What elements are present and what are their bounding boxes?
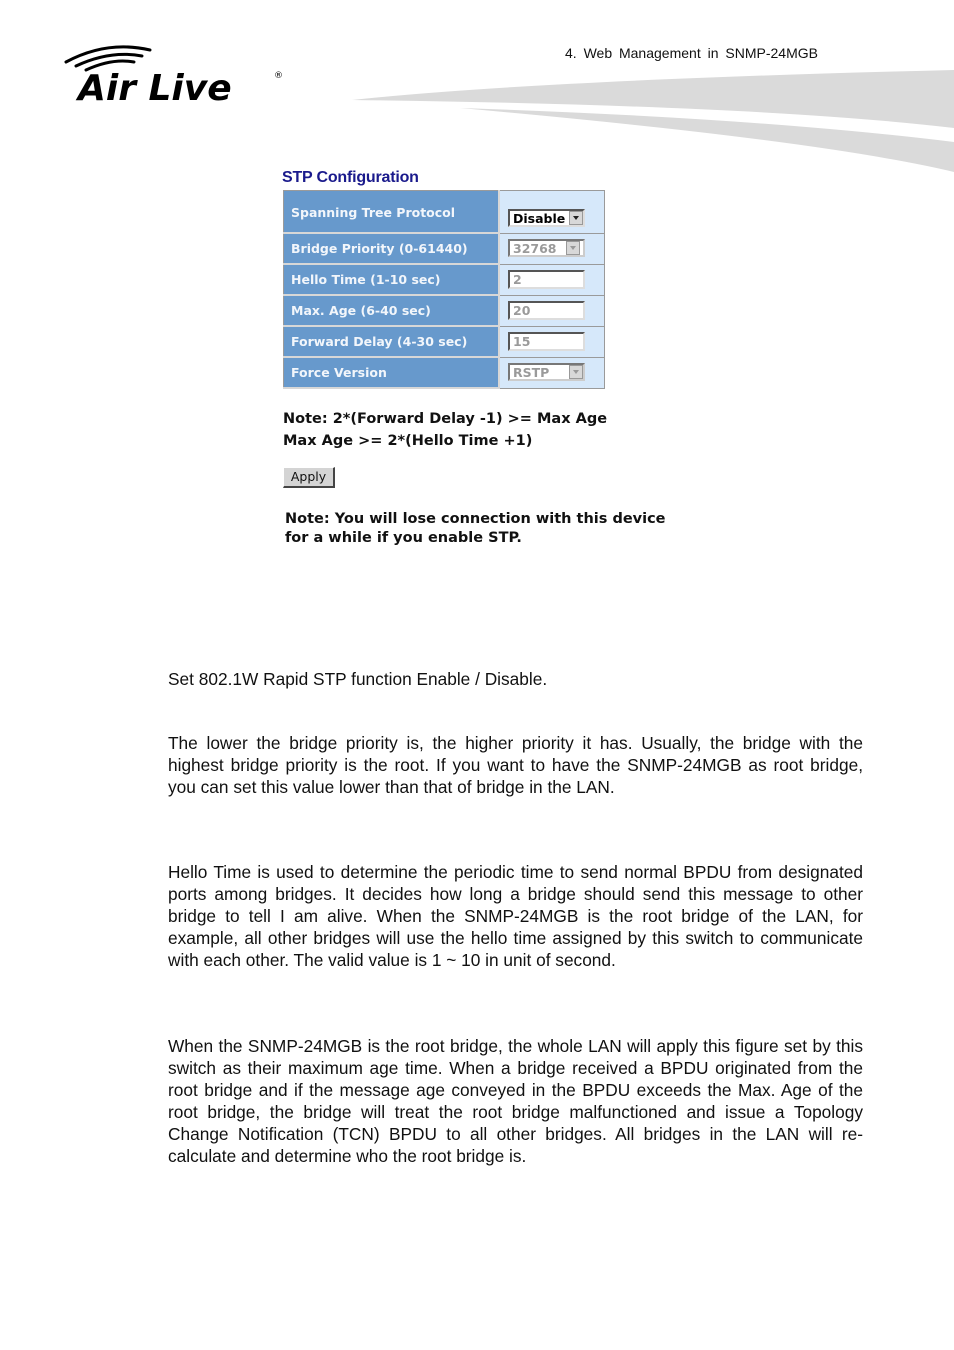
force-version-select[interactable]: RSTP (508, 363, 585, 382)
spanning-tree-protocol-label: Spanning Tree Protocol (283, 190, 500, 234)
select-value: Disable (513, 210, 566, 226)
stp-config-table: Spanning Tree Protocol Disable Bridge Pr… (283, 190, 605, 389)
hello-time-input[interactable]: 2 (508, 270, 585, 289)
chevron-down-icon (569, 365, 583, 380)
forward-delay-label: Forward Delay (4-30 sec) (283, 325, 500, 358)
constraint-note-line-1: Note: 2*(Forward Delay -1) >= Max Age (283, 411, 608, 427)
paragraph-hello-time: Hello Time is used to determine the peri… (168, 862, 863, 970)
hello-time-label: Hello Time (1-10 sec) (283, 263, 500, 296)
spanning-tree-protocol-select[interactable]: Disable (508, 209, 585, 227)
paragraph-bridge-priority: The lower the bridge priority is, the hi… (168, 733, 863, 797)
header-swoosh-decoration (352, 70, 954, 172)
chevron-down-icon (565, 241, 580, 256)
table-row: Forward Delay (4-30 sec) 15 (283, 325, 605, 358)
force-version-label: Force Version (283, 356, 500, 389)
table-row: Spanning Tree Protocol Disable (283, 190, 605, 234)
apply-button[interactable]: Apply (283, 467, 335, 488)
table-row: Hello Time (1-10 sec) 2 (283, 263, 605, 296)
bridge-priority-select[interactable]: 32768 (508, 239, 585, 258)
chapter-title: 4. Web Management in SNMP-24MGB (565, 45, 818, 61)
stp-config-title: STP Configuration (282, 169, 419, 186)
warning-line-1: Note: You will lose connection with this… (285, 511, 666, 527)
table-row: Bridge Priority (0-61440) 32768 (283, 232, 605, 265)
warning-line-2: for a while if you enable STP. (285, 530, 522, 546)
table-row: Max. Age (6-40 sec) 20 (283, 294, 605, 327)
table-row: Force Version RSTP (283, 356, 605, 389)
constraint-note-line-2: Max Age >= 2*(Hello Time +1) (283, 433, 533, 449)
max-age-input[interactable]: 20 (508, 301, 585, 320)
select-value: RSTP (513, 364, 550, 380)
connection-warning-note: Note: You will lose connection with this… (285, 510, 666, 548)
select-value: 32768 (513, 240, 557, 256)
bridge-priority-label: Bridge Priority (0-61440) (283, 232, 500, 265)
constraint-note: Note: 2*(Forward Delay -1) >= Max Age Ma… (283, 408, 607, 452)
airlive-logo: Air Live ® (62, 42, 287, 109)
paragraph-stp-enable: Set 802.1W Rapid STP function Enable / D… (168, 669, 548, 689)
forward-delay-input[interactable]: 15 (508, 332, 585, 351)
max-age-label: Max. Age (6-40 sec) (283, 294, 500, 327)
registered-mark: ® (274, 71, 283, 81)
logo-text: Air Live (75, 68, 232, 107)
chevron-down-icon (569, 211, 583, 225)
paragraph-max-age: When the SNMP-24MGB is the root bridge, … (168, 1036, 863, 1166)
